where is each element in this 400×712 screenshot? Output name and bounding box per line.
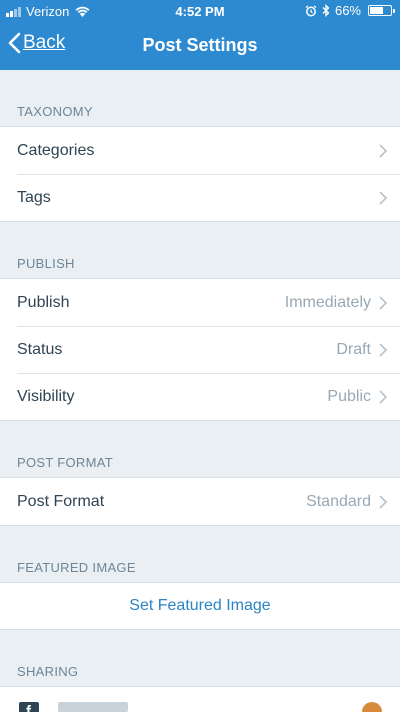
chevron-right-icon <box>379 389 387 404</box>
battery-percent: 66% <box>334 3 361 18</box>
chevron-right-icon <box>379 342 387 357</box>
alarm-icon <box>305 4 317 16</box>
settings-list[interactable]: TAXONOMY Categories Tags PUBLISH Publish… <box>0 70 400 712</box>
battery-level <box>370 7 384 14</box>
chevron-right-icon <box>379 494 387 509</box>
page-title: Post Settings <box>142 35 258 55</box>
section-header-featured-image: FEATURED IMAGE <box>0 526 400 583</box>
row-label: Visibility <box>17 387 75 405</box>
categories-row[interactable]: Categories <box>0 127 400 174</box>
tags-row[interactable]: Tags <box>0 174 400 221</box>
app-header: Verizon 4:52 PM 66% Back Post Settings <box>0 0 400 70</box>
row-value: Draft <box>336 340 371 358</box>
row-label: Categories <box>17 141 95 159</box>
featured-image-group: Set Featured Image <box>0 583 400 630</box>
facebook-icon <box>19 702 39 712</box>
set-featured-image-button[interactable]: Set Featured Image <box>0 583 400 629</box>
section-header-post-format: POST FORMAT <box>0 421 400 478</box>
row-label: Tags <box>17 188 51 206</box>
status-bar: Verizon 4:52 PM 66% <box>0 0 400 22</box>
row-value: Immediately <box>284 293 371 311</box>
sharing-row[interactable] <box>0 687 400 712</box>
chevron-right-icon <box>379 143 387 158</box>
taxonomy-group: Categories Tags <box>0 127 400 222</box>
status-row[interactable]: Status Draft <box>0 326 400 373</box>
status-right: 66% <box>305 3 395 18</box>
row-label: Status <box>17 340 63 358</box>
set-featured-image-label: Set Featured Image <box>129 597 271 614</box>
post-format-row[interactable]: Post Format Standard <box>0 478 400 525</box>
avatar <box>362 702 382 712</box>
chevron-right-icon <box>379 295 387 310</box>
post-format-group: Post Format Standard <box>0 478 400 526</box>
visibility-row[interactable]: Visibility Public <box>0 373 400 420</box>
navigation-bar: Back Post Settings <box>0 22 400 70</box>
bluetooth-icon <box>322 4 330 17</box>
section-header-publish: PUBLISH <box>0 222 400 279</box>
row-label: Post Format <box>17 492 105 510</box>
chevron-right-icon <box>379 190 387 205</box>
row-value: Standard <box>306 492 371 510</box>
sharing-account-placeholder <box>58 702 128 712</box>
battery-icon <box>368 5 395 16</box>
row-label: Publish <box>17 293 70 311</box>
section-header-sharing: SHARING <box>0 630 400 687</box>
section-header-taxonomy: TAXONOMY <box>0 70 400 127</box>
publish-row[interactable]: Publish Immediately <box>0 279 400 326</box>
row-value: Public <box>327 387 371 405</box>
publish-group: Publish Immediately Status Draft Visibil… <box>0 279 400 421</box>
